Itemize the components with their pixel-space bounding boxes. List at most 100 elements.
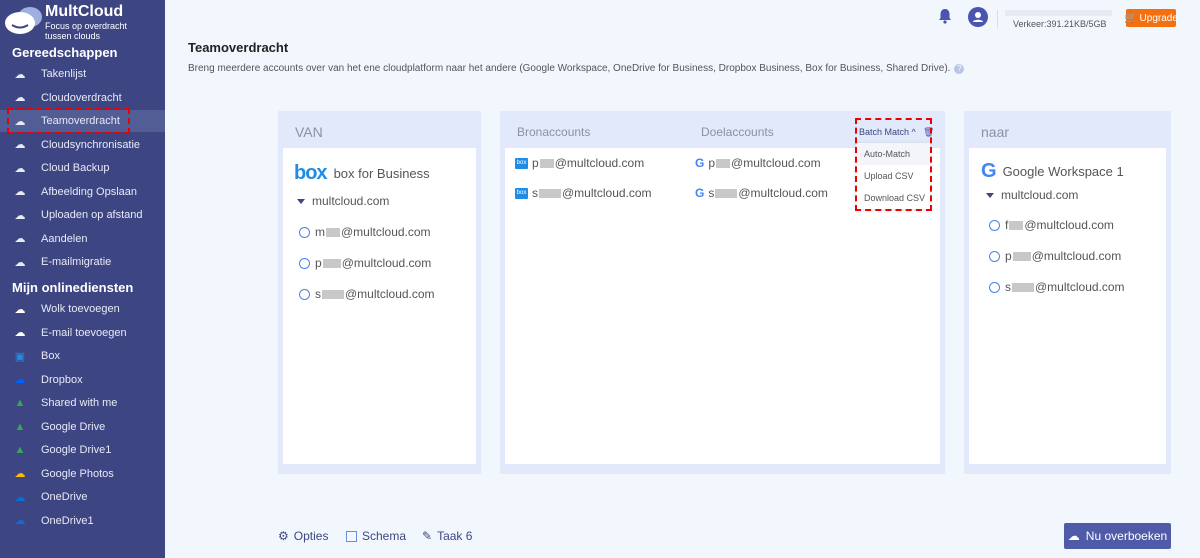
redacted-mask <box>326 227 340 237</box>
sidebar-item-label: Google Drive1 <box>41 444 112 456</box>
sidebar-item-dropbox[interactable]: ☁ Dropbox <box>0 369 165 391</box>
box-icon: box <box>515 187 528 199</box>
email-start: p <box>1005 249 1012 263</box>
email-start: s <box>1005 280 1011 294</box>
target-account[interactable]: Gp @multcloud.com <box>695 156 821 170</box>
schedule-label: Schema <box>362 529 407 543</box>
sidebar-item-label: Wolk toevoegen <box>41 303 120 315</box>
account-option[interactable]: s @multcloud.com <box>299 287 435 301</box>
sidebar-item-shared-with-me[interactable]: ▲ Shared with me <box>0 392 165 414</box>
from-domain[interactable]: multcloud.com <box>297 194 389 208</box>
account-option[interactable]: s @multcloud.com <box>989 280 1125 294</box>
sidebar-item-google-drive[interactable]: ▲ Google Drive <box>0 416 165 438</box>
add-cloud-icon: ☁ <box>14 303 26 316</box>
sidebar-item-cloud-backup[interactable]: ☁ Cloud Backup <box>0 157 165 179</box>
sidebar-item-aandelen[interactable]: ☁ Aandelen <box>0 228 165 250</box>
sidebar-item-label: E-mailmigratie <box>41 256 112 268</box>
sidebar-item-takenlijst[interactable]: ☁ Takenlijst <box>0 63 165 85</box>
box-icon: ▣ <box>14 350 26 363</box>
box-icon: box <box>515 157 528 169</box>
help-icon[interactable]: ? <box>954 64 965 74</box>
radio-button[interactable] <box>299 257 310 269</box>
sidebar-item-label: Shared with me <box>41 397 118 409</box>
schedule-button[interactable]: Schema <box>346 529 406 543</box>
sidebar-item-afbeelding-opslaan[interactable]: ☁ Afbeelding Opslaan <box>0 181 165 203</box>
sidebar: MultCloud Focus op overdracht tussen clo… <box>0 0 165 558</box>
email-domain: @multcloud.com <box>562 186 652 200</box>
redacted-mask <box>539 188 561 198</box>
transfer-label: Nu overboeken <box>1085 529 1168 543</box>
email-domain: @multcloud.com <box>1031 249 1122 263</box>
upgrade-button[interactable]: 🛒 Upgrade <box>1124 9 1178 27</box>
email-start: s <box>708 186 715 200</box>
cloud-backup-icon: ☁ <box>14 162 26 175</box>
sidebar-item-e-mail-toevoegen[interactable]: ☁ E-mail toevoegen <box>0 322 165 344</box>
radio-button[interactable] <box>989 281 1000 293</box>
sidebar-item-google-drive1[interactable]: ▲ Google Drive1 <box>0 439 165 461</box>
page-description: Breng meerdere accounts over van het ene… <box>188 63 965 74</box>
email-start: m <box>315 225 325 239</box>
sidebar-item-label: OneDrive <box>41 491 88 503</box>
radio-button[interactable] <box>989 250 1000 262</box>
email-start: s <box>532 186 538 200</box>
redacted-mask <box>539 158 554 168</box>
source-account: box p @multcloud.com <box>515 156 644 170</box>
image-save-icon: ☁ <box>14 186 26 198</box>
source-account: box s @multcloud.com <box>515 186 652 200</box>
sidebar-item-wolk-toevoegen[interactable]: ☁ Wolk toevoegen <box>0 298 165 320</box>
to-domain[interactable]: multcloud.com <box>986 188 1078 202</box>
account-option[interactable]: f @multcloud.com <box>989 218 1114 232</box>
target-account[interactable]: Gs @multcloud.com <box>695 186 828 200</box>
sidebar-item-uploaden-op-afstand[interactable]: ☁ Uploaden op afstand <box>0 204 165 226</box>
email-migration-icon: ☁ <box>14 256 26 269</box>
email-domain: @multcloud.com <box>1035 280 1125 294</box>
radio-button[interactable] <box>299 288 310 300</box>
redacted-mask <box>322 289 344 299</box>
account-option[interactable]: p @multcloud.com <box>989 249 1121 263</box>
checkbox-icon <box>346 530 357 542</box>
bell-icon[interactable] <box>938 8 952 27</box>
sidebar-item-google-photos[interactable]: ☁ Google Photos <box>0 463 165 485</box>
google-drive-icon: ▲ <box>14 444 26 456</box>
sidebar-item-cloudsynchronisatie[interactable]: ☁ Cloudsynchronisatie <box>0 134 165 156</box>
options-label: Opties <box>293 529 329 543</box>
sidebar-item-label: Cloud Backup <box>41 162 110 174</box>
email-start: p <box>708 156 716 170</box>
cloud-transfer-icon: ☁ <box>14 92 26 104</box>
sidebar-item-onedrive[interactable]: ☁ OneDrive <box>0 486 165 508</box>
email-domain: @multcloud.com <box>1024 218 1114 232</box>
email-domain: @multcloud.com <box>738 186 828 200</box>
account-option[interactable]: m @multcloud.com <box>299 225 431 239</box>
sidebar-item-label: Takenlijst <box>41 68 87 80</box>
sidebar-item-onedrive1[interactable]: ☁ OneDrive1 <box>0 510 165 532</box>
dropbox-icon: ☁ <box>14 374 26 386</box>
traffic-bar <box>1005 10 1112 16</box>
domain-label: multcloud.com <box>312 194 390 208</box>
description-text: Breng meerdere accounts over van het ene… <box>188 63 951 74</box>
radio-button[interactable] <box>299 226 310 238</box>
sidebar-item-box[interactable]: ▣ Box <box>0 345 165 367</box>
redacted-mask <box>322 258 341 268</box>
radio-button[interactable] <box>989 219 1000 231</box>
source-header: Bronaccounts <box>517 125 591 139</box>
sidebar-item-label: Afbeelding Opslaan <box>41 185 138 198</box>
account-option[interactable]: p @multcloud.com <box>299 256 431 270</box>
task-name-button[interactable]: ✎ Taak 6 <box>422 529 472 543</box>
sidebar-item-cloudoverdracht[interactable]: ☁ Cloudoverdracht <box>0 87 165 109</box>
avatar[interactable] <box>968 7 988 27</box>
email-start: p <box>315 256 322 270</box>
caret-down-icon <box>297 198 305 204</box>
email-start: p <box>532 156 539 170</box>
target-header: Doelaccounts <box>701 125 774 139</box>
upgrade-label: Upgrade <box>1139 12 1178 24</box>
transfer-now-button[interactable]: ☁ Nu overboeken <box>1064 523 1171 549</box>
sidebar-item-e-mailmigratie[interactable]: ☁ E-mailmigratie <box>0 251 165 273</box>
divider <box>997 10 998 28</box>
task-label: Taak 6 <box>437 529 473 543</box>
from-service: box for Business <box>333 166 430 181</box>
email-domain: @multcloud.com <box>554 156 645 170</box>
redacted-mask <box>1012 282 1034 292</box>
onedrive-icon: ☁ <box>14 491 26 504</box>
options-button[interactable]: ⚙ Opties <box>278 529 328 543</box>
sidebar-item-label: OneDrive1 <box>41 514 94 527</box>
